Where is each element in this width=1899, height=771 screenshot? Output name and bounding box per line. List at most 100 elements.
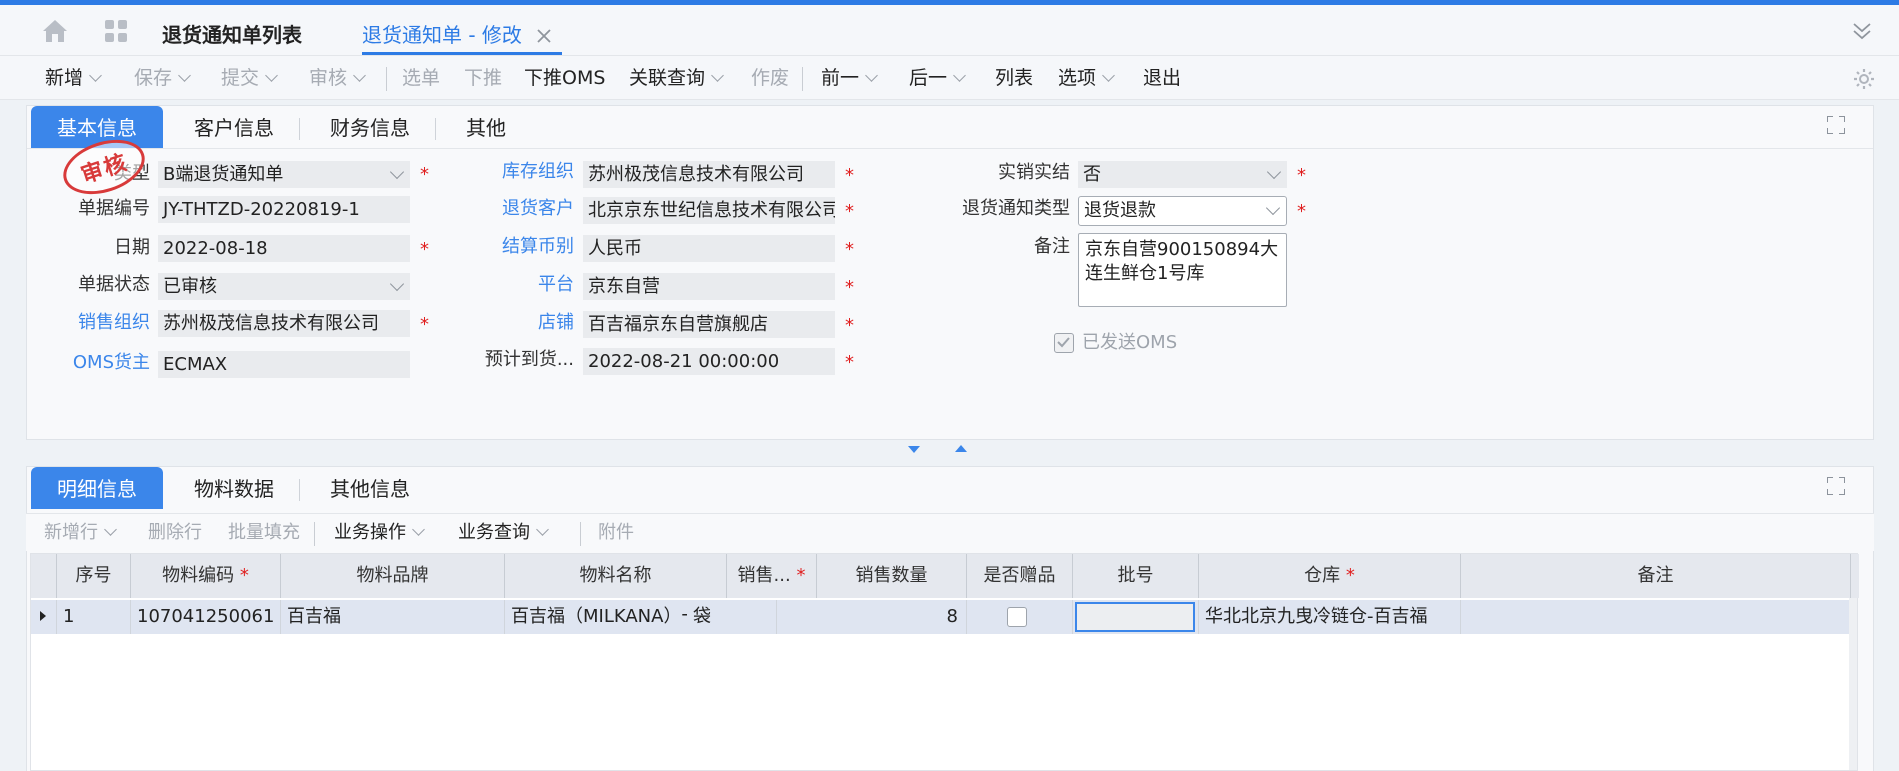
batch-fill-button[interactable]: 批量填充 xyxy=(228,514,300,552)
actual-settle-select[interactable]: 否 xyxy=(1078,161,1287,188)
collapse-chevron-icon[interactable] xyxy=(1850,19,1874,43)
grid-header: 序号 物料编码 * 物料品牌 物料名称 销售... * 销售数量 是否赠品 批号… xyxy=(31,554,1859,598)
col-material-name[interactable]: 物料名称 xyxy=(505,554,727,598)
doc-type-select[interactable]: B端退货通知单 xyxy=(158,161,410,188)
apps-grid-icon[interactable] xyxy=(102,17,130,45)
tab-material-data[interactable]: 物料数据 xyxy=(179,467,289,509)
biz-op-button[interactable]: 业务操作 xyxy=(334,514,425,552)
required-mark: * xyxy=(420,239,429,260)
currency-field[interactable]: 人民币 xyxy=(583,235,835,262)
toolbar-divider xyxy=(802,67,803,91)
related-query-button[interactable]: 关联查询 xyxy=(629,56,724,100)
cell-warehouse[interactable]: 华北北京九曳冷链仓-百吉福 xyxy=(1199,600,1461,634)
void-button[interactable]: 作废 xyxy=(751,56,789,100)
toolbar-divider xyxy=(580,522,581,546)
attachment-button[interactable]: 附件 xyxy=(598,514,634,552)
row-indicator xyxy=(31,600,57,634)
col-sales-qty[interactable]: 销售数量 xyxy=(817,554,967,598)
splitter-down-icon[interactable] xyxy=(908,446,920,453)
prev-button[interactable]: 前一 xyxy=(821,56,878,100)
cell-sales-unit[interactable]: 袋 xyxy=(687,600,777,634)
table-row[interactable]: 1 107041250061 百吉福 百吉福（MILKANA）一杯活力 袋 8 … xyxy=(31,600,1851,634)
gift-checkbox[interactable] xyxy=(1007,607,1027,627)
close-icon[interactable] xyxy=(534,25,554,47)
list-button[interactable]: 列表 xyxy=(995,56,1033,100)
required-mark: * xyxy=(845,239,854,260)
col-sales-unit[interactable]: 销售... * xyxy=(727,554,817,598)
required-mark: * xyxy=(1297,201,1306,222)
cell-remark[interactable] xyxy=(1461,600,1851,634)
oms-owner-field[interactable]: ECMAX xyxy=(158,351,410,378)
tab-finance-info[interactable]: 财务信息 xyxy=(315,106,425,148)
col-seq[interactable]: 序号 xyxy=(57,554,131,598)
toolbar: 新增 保存 提交 审核 选单 下推 下推OMS 关联查询 作废 前一 后一 列表… xyxy=(0,56,1899,100)
sales-org-field[interactable]: 苏州极茂信息技术有限公司 xyxy=(158,310,410,337)
next-button[interactable]: 后一 xyxy=(909,56,966,100)
tab-return-notice-edit[interactable]: 退货通知单 - 修改 xyxy=(362,15,562,55)
stock-org-field[interactable]: 苏州极茂信息技术有限公司 xyxy=(583,161,835,188)
date-field[interactable]: 2022-08-18 xyxy=(158,235,410,262)
col-brand[interactable]: 物料品牌 xyxy=(281,554,505,598)
currency-label[interactable]: 结算币别 xyxy=(470,234,574,260)
biz-query-button[interactable]: 业务查询 xyxy=(458,514,549,552)
audit-button[interactable]: 审核 xyxy=(309,56,366,100)
chevron-down-icon xyxy=(1266,164,1282,180)
tab-other-info[interactable]: 其他信息 xyxy=(315,467,425,509)
bill-no-field[interactable]: JY-THTZD-20220819-1 xyxy=(158,196,410,223)
cell-sales-qty[interactable]: 8 xyxy=(817,600,967,634)
gear-icon[interactable] xyxy=(1851,66,1877,92)
return-type-select[interactable]: 退货退款 xyxy=(1078,196,1287,226)
sales-org-label[interactable]: 销售组织 xyxy=(60,310,150,336)
oms-owner-label[interactable]: OMS货主 xyxy=(60,350,150,376)
chevron-down-icon xyxy=(1265,200,1281,216)
required-mark: * xyxy=(420,164,429,185)
fullscreen-icon[interactable] xyxy=(1827,477,1845,495)
batch-input[interactable] xyxy=(1075,602,1195,632)
home-icon[interactable] xyxy=(40,17,70,45)
select-bill-button[interactable]: 选单 xyxy=(402,56,440,100)
eta-field[interactable]: 2022-08-21 00:00:00 xyxy=(583,348,835,375)
return-customer-field[interactable]: 北京京东世纪信息技术有限公司 xyxy=(583,197,835,224)
detail-grid: 序号 物料编码 * 物料品牌 物料名称 销售... * 销售数量 是否赠品 批号… xyxy=(30,553,1859,771)
new-button[interactable]: 新增 xyxy=(45,56,102,100)
col-is-gift[interactable]: 是否赠品 xyxy=(967,554,1073,598)
submit-button[interactable]: 提交 xyxy=(221,56,278,100)
splitter-up-icon[interactable] xyxy=(955,445,967,452)
stock-org-label[interactable]: 库存组织 xyxy=(470,159,574,185)
return-customer-label[interactable]: 退货客户 xyxy=(470,196,574,222)
delete-row-button[interactable]: 删除行 xyxy=(148,514,202,552)
fullscreen-icon[interactable] xyxy=(1827,116,1845,134)
eta-label: 预计到货... xyxy=(484,349,574,370)
cell-batch[interactable] xyxy=(1073,600,1199,634)
push-down-button[interactable]: 下推 xyxy=(464,56,502,100)
save-button[interactable]: 保存 xyxy=(134,56,191,100)
col-remark[interactable]: 备注 xyxy=(1461,554,1851,598)
cell-brand[interactable]: 百吉福 xyxy=(281,600,505,634)
shop-field[interactable]: 百吉福京东自营旗舰店 xyxy=(583,311,835,338)
cell-material-code[interactable]: 107041250061 xyxy=(131,600,281,634)
tab-other[interactable]: 其他 xyxy=(451,106,521,148)
required-mark: * xyxy=(845,277,854,298)
options-button[interactable]: 选项 xyxy=(1058,56,1115,100)
sent-oms-checkbox[interactable] xyxy=(1054,333,1074,353)
remark-label: 备注 xyxy=(1034,236,1070,257)
tab-customer-info[interactable]: 客户信息 xyxy=(179,106,289,148)
tab-detail-info[interactable]: 明细信息 xyxy=(31,467,163,509)
doc-status-select[interactable]: 已审核 xyxy=(158,273,410,300)
col-material-code[interactable]: 物料编码 * xyxy=(131,554,281,598)
bill-no-label: 单据编号 xyxy=(78,198,150,219)
push-oms-button[interactable]: 下推OMS xyxy=(524,56,605,100)
tab-divider xyxy=(299,479,300,501)
platform-label[interactable]: 平台 xyxy=(470,272,574,298)
exit-button[interactable]: 退出 xyxy=(1143,56,1181,100)
platform-field[interactable]: 京东自营 xyxy=(583,273,835,300)
grid-header-cell xyxy=(31,554,57,598)
vertical-scrollbar[interactable] xyxy=(1849,598,1857,770)
remark-textarea[interactable]: 京东自营900150894大连生鲜仓1号库 xyxy=(1078,233,1287,307)
col-batch[interactable]: 批号 xyxy=(1073,554,1199,598)
shop-label[interactable]: 店铺 xyxy=(470,310,574,336)
actual-settle-label: 实销实结 xyxy=(998,162,1070,183)
add-row-button[interactable]: 新增行 xyxy=(44,514,117,552)
col-warehouse[interactable]: 仓库 * xyxy=(1199,554,1461,598)
tab-return-notice-list[interactable]: 退货通知单列表 xyxy=(162,15,302,55)
